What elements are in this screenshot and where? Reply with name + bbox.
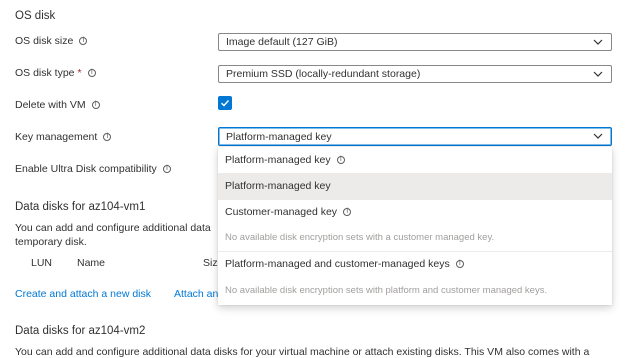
dropdown-option-platform-managed-header[interactable]: Platform-managed key (218, 147, 612, 173)
option-description-customer-managed: No available disk encryption sets with a… (225, 232, 495, 243)
dropdown-option-platform-and-customer-managed[interactable]: Platform-managed and customer-managed ke… (218, 252, 612, 276)
info-icon[interactable] (103, 132, 112, 141)
info-icon[interactable] (87, 68, 96, 77)
info-icon[interactable] (162, 164, 171, 173)
create-attach-new-disk-link[interactable]: Create and attach a new disk (15, 288, 151, 300)
info-icon[interactable] (336, 155, 345, 164)
os-disk-size-select[interactable]: Image default (127 GiB) (218, 33, 612, 51)
os-disk-type-value: Premium SSD (locally-redundant storage) (226, 68, 421, 80)
option-label: Platform-managed key (225, 154, 331, 166)
required-marker: * (77, 67, 82, 79)
os-disk-size-value: Image default (127 GiB) (226, 36, 338, 48)
key-management-value: Platform-managed key (226, 130, 332, 143)
key-management-select[interactable]: Platform-managed key (218, 127, 612, 146)
data-disks-vm1-description-line2: temporary disk. (15, 236, 87, 248)
column-header-lun: LUN (31, 257, 53, 269)
attach-existing-disk-link[interactable]: Attach an (174, 288, 218, 300)
delete-with-vm-checkbox[interactable] (218, 96, 232, 110)
os-disk-type-label: OS disk type * (15, 67, 96, 79)
os-disk-type-label-text: OS disk type (15, 67, 75, 79)
delete-with-vm-label-text: Delete with VM (15, 99, 86, 111)
os-disk-type-select[interactable]: Premium SSD (locally-redundant storage) (218, 65, 612, 83)
info-icon[interactable] (91, 100, 100, 109)
chevron-down-icon (593, 39, 603, 45)
chevron-down-icon (593, 133, 603, 139)
dropdown-option-customer-managed[interactable]: Customer-managed key (218, 200, 612, 224)
chevron-down-icon (593, 71, 603, 77)
info-icon[interactable] (343, 207, 352, 216)
data-disks-vm1-title: Data disks for az104-vm1 (15, 201, 146, 213)
key-management-dropdown: Platform-managed key Platform-managed ke… (218, 147, 612, 305)
checkmark-icon (221, 100, 230, 107)
column-header-name: Name (77, 257, 106, 269)
data-disks-vm1-description-line1: You can add and configure additional dat… (15, 222, 211, 234)
option-label: Customer-managed key (225, 206, 338, 218)
info-icon[interactable] (79, 36, 88, 45)
data-disks-vm2-title: Data disks for az104-vm2 (15, 325, 146, 337)
dropdown-option-platform-managed[interactable]: Platform-managed key (218, 173, 612, 199)
key-management-label: Key management (15, 131, 112, 143)
key-management-label-text: Key management (15, 131, 98, 143)
ultra-disk-label: Enable Ultra Disk compatibility (15, 163, 171, 175)
delete-with-vm-label: Delete with VM (15, 99, 100, 111)
column-header-size: Siz (203, 257, 218, 269)
option-label: Platform-managed key (225, 180, 331, 192)
option-label: Platform-managed and customer-managed ke… (225, 258, 450, 270)
os-disk-size-label: OS disk size (15, 35, 88, 47)
option-description-platform-and-customer-managed: No available disk encryption sets with p… (225, 285, 548, 296)
ultra-disk-label-text: Enable Ultra Disk compatibility (15, 163, 157, 175)
info-icon[interactable] (455, 259, 464, 268)
os-disk-title: OS disk (15, 10, 56, 22)
data-disks-vm2-description: You can add and configure additional dat… (15, 346, 590, 358)
os-disk-size-label-text: OS disk size (15, 35, 74, 47)
